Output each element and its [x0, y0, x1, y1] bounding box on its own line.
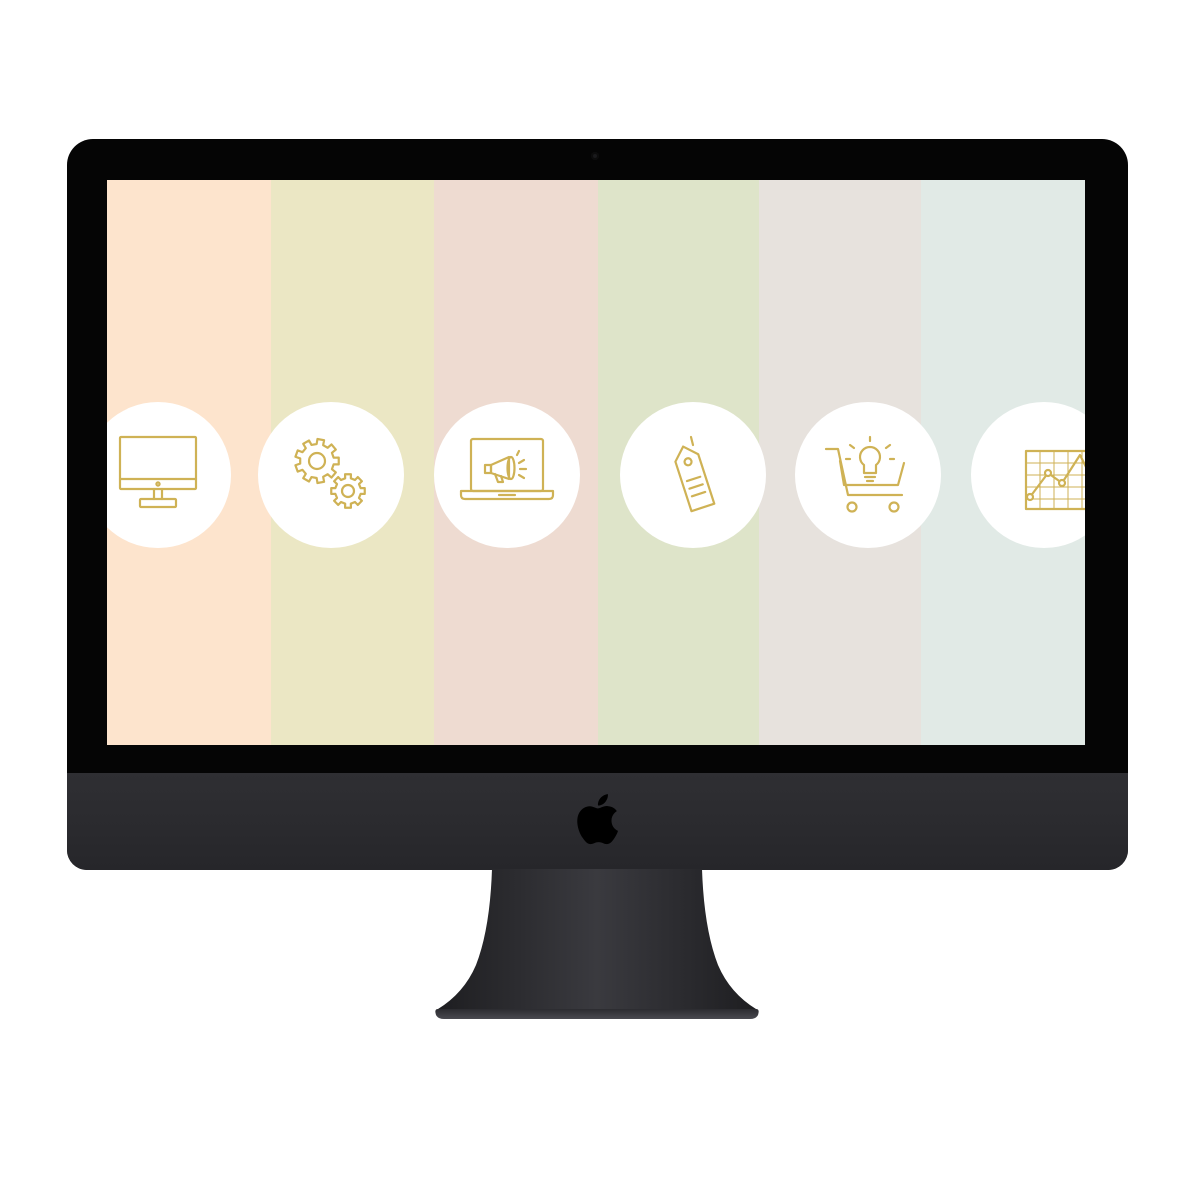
laptop-megaphone-icon: [459, 437, 555, 501]
icon-circle-laptop[interactable]: [434, 402, 580, 548]
screen: [107, 180, 1085, 745]
gears-icon: [294, 437, 366, 509]
icon-circle-tag[interactable]: [620, 402, 766, 548]
gear-big-hole: [307, 451, 327, 471]
icon-circle-gears[interactable]: [258, 402, 404, 548]
apple-logo-icon: [577, 794, 618, 845]
monitor-mockup: [0, 0, 1200, 1184]
shopping-cart-idea-icon: [824, 435, 906, 513]
line-chart-icon: [1024, 449, 1085, 511]
desktop-computer-icon: [118, 435, 198, 509]
gear-small-outline: [330, 473, 366, 509]
gear-big-outline: [294, 437, 340, 485]
price-tag-icon: [674, 435, 716, 513]
monitor-stand: [435, 869, 759, 1019]
webcam-icon: [591, 152, 599, 160]
gear-small-hole: [340, 483, 356, 499]
icon-circle-cart[interactable]: [795, 402, 941, 548]
